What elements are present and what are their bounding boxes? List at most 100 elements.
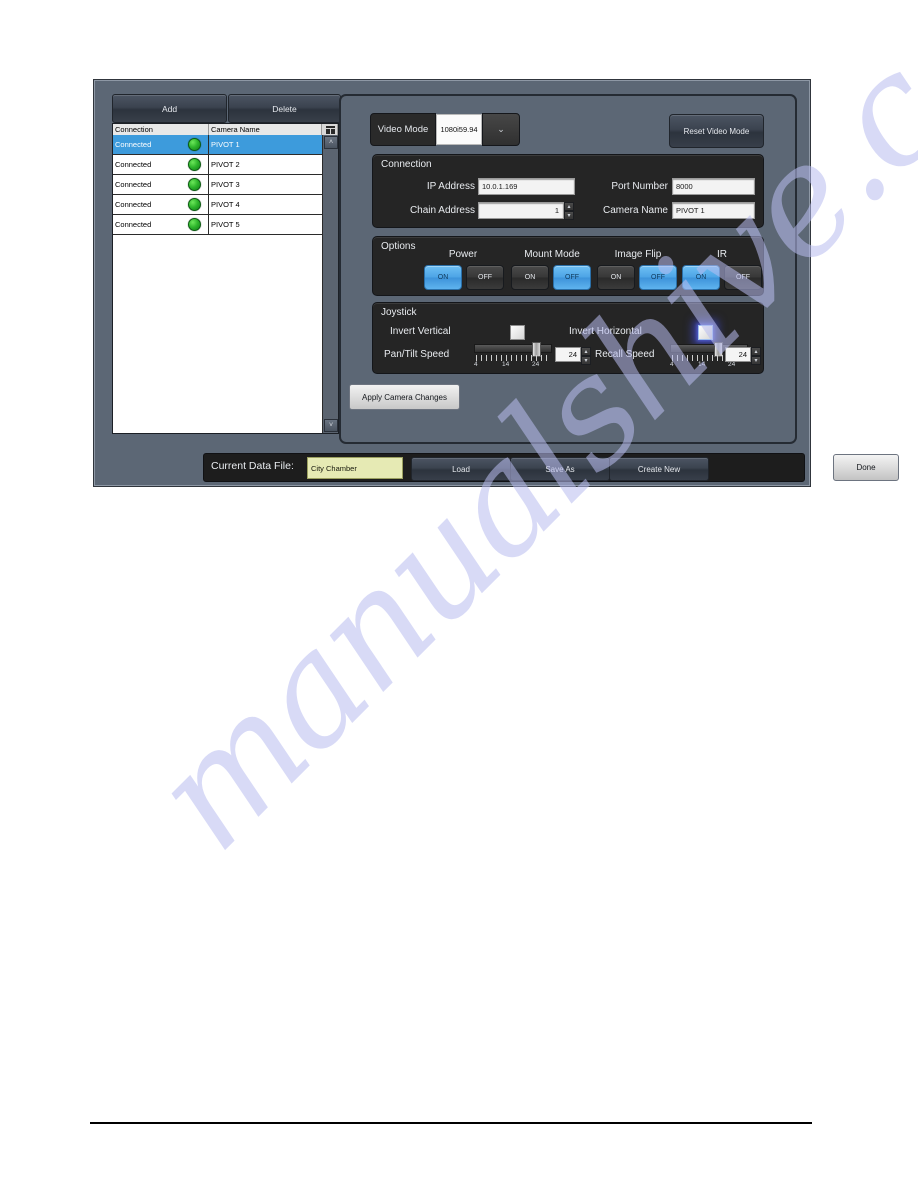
connection-section-title: Connection: [381, 159, 432, 170]
reset-video-mode-label: Reset Video Mode: [683, 126, 750, 136]
joystick-section-title: Joystick: [381, 307, 417, 318]
table-row[interactable]: Connected PIVOT 2: [113, 155, 322, 175]
save-as-button-label: Save As: [545, 464, 575, 474]
data-file-bar: Current Data File: City Chamber Load Sav…: [203, 453, 805, 482]
tick-mid: 14: [698, 361, 706, 368]
connection-status-text: Connected: [115, 180, 152, 189]
tick-max: 24: [728, 361, 736, 368]
image-flip-on-button[interactable]: ON: [597, 265, 635, 290]
ir-label: IR: [717, 249, 727, 260]
invert-vertical-checkbox[interactable]: [510, 325, 525, 340]
status-led-icon: [188, 138, 201, 151]
scroll-down-icon[interactable]: ˅: [324, 419, 338, 432]
camera-name-label: Camera Name: [602, 205, 668, 216]
footer-rule: [90, 1122, 812, 1124]
recall-speed-value[interactable]: 24: [725, 347, 751, 362]
pan-tilt-speed-slider[interactable]: 4 14 24: [474, 342, 552, 370]
tick-mid: 14: [502, 361, 510, 368]
cell-camera-name: PIVOT 2: [211, 160, 240, 169]
done-button-label: Done: [856, 463, 876, 472]
pan-tilt-speed-value[interactable]: 24: [555, 347, 581, 362]
chevron-down-icon[interactable]: ⌄: [482, 113, 520, 146]
stepper-up-icon[interactable]: ▴: [581, 347, 591, 356]
delete-button-label: Delete: [272, 103, 297, 114]
invert-horizontal-checkbox[interactable]: [698, 325, 713, 340]
column-header-camera-name: Camera Name: [209, 124, 322, 135]
slider-tick-labels: 4 14 24: [670, 361, 748, 370]
connection-status-text: Connected: [115, 220, 152, 229]
ip-address-input[interactable]: 10.0.1.169: [478, 178, 575, 195]
load-button[interactable]: Load: [411, 457, 511, 481]
cell-connection: Connected: [113, 175, 209, 194]
current-data-file-label: Current Data File:: [211, 460, 294, 472]
port-number-label: Port Number: [611, 181, 668, 192]
status-led-icon: [188, 158, 201, 171]
camera-table[interactable]: Connection Camera Name Connected PIVOT 1…: [112, 123, 339, 434]
stepper-down-icon[interactable]: ▾: [751, 356, 761, 365]
table-corner-button[interactable]: [322, 124, 338, 135]
cell-camera-name: PIVOT 3: [211, 180, 240, 189]
current-data-file-input[interactable]: City Chamber: [307, 457, 403, 479]
delete-button[interactable]: Delete: [228, 94, 341, 123]
cell-connection: Connected: [113, 135, 209, 154]
create-new-button[interactable]: Create New: [609, 457, 709, 481]
recall-speed-stepper[interactable]: ▴ ▾: [751, 347, 761, 365]
status-led-icon: [188, 218, 201, 231]
video-mode-label: Video Mode: [370, 113, 436, 146]
ir-on-button[interactable]: ON: [682, 265, 720, 290]
done-button[interactable]: Done: [833, 454, 899, 481]
pan-tilt-speed-stepper[interactable]: ▴ ▾: [581, 347, 591, 365]
create-new-button-label: Create New: [637, 464, 681, 474]
apply-camera-changes-label: Apply Camera Changes: [362, 392, 447, 402]
save-as-button[interactable]: Save As: [510, 457, 610, 481]
stepper-up-icon[interactable]: ▴: [751, 347, 761, 356]
image-flip-label: Image Flip: [614, 249, 662, 260]
status-led-icon: [188, 178, 201, 191]
recall-speed-label: Recall Speed: [595, 349, 655, 360]
tick-min: 4: [670, 361, 674, 368]
port-number-input[interactable]: 8000: [672, 178, 755, 195]
table-scrollbar[interactable]: ˄ ˅: [322, 135, 338, 433]
connection-status-text: Connected: [115, 200, 152, 209]
table-row[interactable]: Connected PIVOT 3: [113, 175, 322, 195]
cell-connection: Connected: [113, 215, 209, 234]
ip-address-label: IP Address: [426, 181, 475, 192]
power-off-button[interactable]: OFF: [466, 265, 504, 290]
connection-status-text: Connected: [115, 160, 152, 169]
status-led-icon: [188, 198, 201, 211]
add-button[interactable]: Add: [112, 94, 227, 123]
table-row[interactable]: Connected PIVOT 5: [113, 215, 322, 235]
stepper-up-icon[interactable]: ▴: [564, 202, 574, 211]
stepper-down-icon[interactable]: ▾: [564, 211, 574, 220]
power-on-button[interactable]: ON: [424, 265, 462, 290]
add-button-label: Add: [161, 103, 178, 114]
grid-icon: [326, 125, 335, 134]
stepper-down-icon[interactable]: ▾: [581, 356, 591, 365]
apply-camera-changes-button[interactable]: Apply Camera Changes: [349, 384, 460, 410]
invert-vertical-label: Invert Vertical: [390, 326, 451, 337]
mount-mode-off-button[interactable]: OFF: [553, 265, 591, 290]
chain-address-stepper[interactable]: ▴ ▾: [564, 202, 574, 220]
cell-connection: Connected: [113, 155, 209, 174]
tick-min: 4: [474, 361, 478, 368]
image-flip-off-button[interactable]: OFF: [639, 265, 677, 290]
reset-video-mode-button[interactable]: Reset Video Mode: [669, 114, 764, 148]
invert-horizontal-label: Invert Horizontal: [569, 326, 642, 337]
video-mode-value[interactable]: 1080i59.94: [436, 114, 482, 145]
table-row[interactable]: Connected PIVOT 1: [113, 135, 322, 155]
table-row[interactable]: Connected PIVOT 4: [113, 195, 322, 215]
scroll-up-icon[interactable]: ˄: [324, 136, 338, 149]
table-empty-area: [113, 235, 322, 433]
cell-connection: Connected: [113, 195, 209, 214]
chain-address-input[interactable]: 1: [478, 202, 564, 219]
camera-name-input[interactable]: PIVOT 1: [672, 202, 755, 219]
column-header-connection: Connection: [113, 124, 209, 135]
cell-camera-name: PIVOT 5: [211, 220, 240, 229]
load-button-label: Load: [452, 464, 470, 474]
mount-mode-label: Mount Mode: [524, 249, 580, 260]
chain-address-label: Chain Address: [409, 205, 475, 216]
options-section: Options Power ON OFF Mount Mode ON OFF I…: [372, 236, 764, 296]
camera-settings-panel: Video Mode 1080i59.94 ⌄ Reset Video Mode…: [339, 94, 797, 444]
ir-off-button[interactable]: OFF: [724, 265, 762, 290]
mount-mode-on-button[interactable]: ON: [511, 265, 549, 290]
